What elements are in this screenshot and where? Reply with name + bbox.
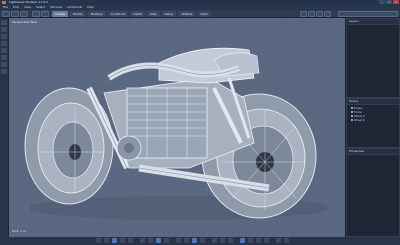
tool-icon[interactable] [316, 11, 323, 17]
tool-icon[interactable] [1, 48, 7, 53]
window-controls: _ □ x [379, 0, 399, 4]
options-bar[interactable] [338, 11, 398, 17]
main-toolbar: Create Modify Multiply Construct Detail … [0, 10, 400, 18]
scene-panel[interactable]: Engine Frame Wheel_F Wheel_R [347, 105, 399, 147]
tool-icon[interactable] [1, 62, 7, 67]
tool-icon[interactable] [1, 41, 7, 46]
redo-icon[interactable] [41, 11, 49, 17]
status-icon[interactable] [248, 238, 253, 243]
status-icon[interactable] [148, 238, 153, 243]
scene-panel-header[interactable]: Scene [347, 99, 399, 104]
tab-setup[interactable]: Setup [161, 11, 177, 17]
tab-map[interactable]: Map [147, 11, 160, 17]
tab-create[interactable]: Create [52, 11, 68, 17]
status-icon[interactable] [212, 238, 217, 243]
tool-icon[interactable] [324, 11, 331, 17]
scene-panel-title: Scene [349, 99, 359, 103]
props-panel-header[interactable]: Properties [347, 149, 399, 154]
save-icon[interactable] [20, 11, 28, 17]
status-icon[interactable] [140, 238, 145, 243]
status-icon[interactable] [96, 238, 101, 243]
new-icon[interactable] [2, 11, 10, 17]
tool-icon[interactable] [1, 55, 7, 60]
layers-panel[interactable] [347, 25, 399, 97]
status-bar [0, 237, 400, 245]
status-icon[interactable] [256, 238, 261, 243]
list-item[interactable]: Frame [351, 111, 362, 114]
status-icon[interactable] [220, 238, 225, 243]
status-icon[interactable] [228, 238, 233, 243]
status-icon[interactable] [284, 238, 289, 243]
tool-icon[interactable] [308, 11, 315, 17]
status-icon[interactable] [192, 238, 197, 243]
list-item[interactable]: Wheel_R [351, 119, 365, 122]
close-button[interactable]: x [393, 0, 399, 4]
status-icon[interactable] [120, 238, 125, 243]
props-panel-title: Properties [349, 149, 365, 153]
right-panel: Layers Scene Engine Frame Wheel_F Wheel_… [346, 18, 400, 237]
tab-multiply[interactable]: Multiply [87, 11, 106, 17]
layers-panel-header[interactable]: Layers [347, 19, 399, 24]
viewport-footer: Grid: 1 m [12, 229, 27, 233]
tab-modify[interactable]: Modify [69, 11, 86, 17]
status-icon[interactable] [184, 238, 189, 243]
status-icon[interactable] [200, 238, 205, 243]
status-icon[interactable] [276, 238, 281, 243]
minimize-button[interactable]: _ [379, 0, 385, 4]
status-icon[interactable] [112, 238, 117, 243]
motorcycle-wireframe [9, 18, 345, 237]
perspective-viewport[interactable]: Perspective Wire Grid: 1 m [9, 18, 345, 237]
props-panel[interactable] [347, 155, 399, 236]
app-logo-icon [2, 1, 6, 4]
tab-view[interactable]: View [197, 11, 211, 17]
viewport-label: Perspective Wire [12, 20, 38, 24]
list-item[interactable]: Wheel_F [351, 115, 365, 118]
status-icon[interactable] [264, 238, 269, 243]
tool-icon[interactable] [1, 27, 7, 32]
status-icon[interactable] [156, 238, 161, 243]
tool-icon[interactable] [1, 20, 7, 25]
tool-icon[interactable] [300, 11, 307, 17]
tab-construct[interactable]: Construct [107, 11, 129, 17]
left-tool-strip [0, 18, 8, 237]
tool-icon[interactable] [1, 69, 7, 74]
tool-icon[interactable] [1, 34, 7, 39]
status-icon[interactable] [176, 238, 181, 243]
tab-detail[interactable]: Detail [130, 11, 146, 17]
status-icon[interactable] [128, 238, 133, 243]
open-icon[interactable] [11, 11, 19, 17]
status-icon[interactable] [240, 238, 245, 243]
undo-icon[interactable] [32, 11, 40, 17]
tab-utilities[interactable]: Utilities [178, 11, 196, 17]
maximize-button[interactable]: □ [386, 0, 392, 4]
list-item[interactable]: Engine [351, 107, 363, 110]
status-icon[interactable] [104, 238, 109, 243]
status-icon[interactable] [164, 238, 169, 243]
mode-tabs: Create Modify Multiply Construct Detail … [52, 11, 211, 17]
layers-panel-title: Layers [349, 19, 359, 23]
